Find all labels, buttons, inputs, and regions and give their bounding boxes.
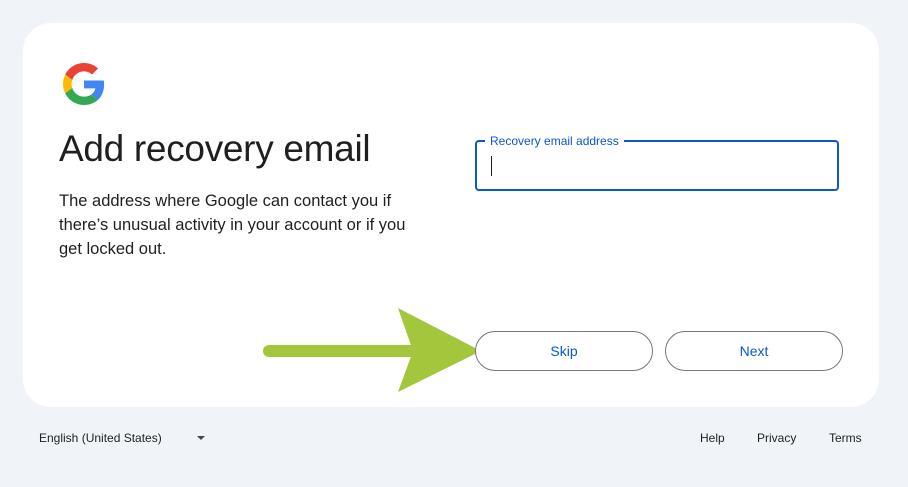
google-logo-icon [63, 63, 105, 105]
page-description: The address where Google can contact you… [59, 192, 406, 258]
skip-button[interactable]: Skip [475, 331, 653, 371]
footer: English (United States) Help Privacy Ter… [0, 425, 908, 453]
footer-link-help[interactable]: Help [700, 431, 725, 445]
language-selector[interactable]: English (United States) [39, 431, 162, 445]
footer-link-privacy[interactable]: Privacy [757, 431, 796, 445]
next-button[interactable]: Next [665, 331, 843, 371]
recovery-email-label: Recovery email address [485, 133, 624, 149]
recovery-email-input[interactable] [489, 150, 823, 182]
recovery-email-field[interactable]: Recovery email address [475, 133, 839, 191]
arrow-annotation-icon [263, 308, 481, 392]
page-title: Add recovery email [59, 128, 371, 169]
footer-link-terms[interactable]: Terms [829, 431, 862, 445]
signin-card: Add recovery email The address where Goo… [23, 23, 879, 407]
text-cursor [491, 156, 492, 176]
chevron-down-icon[interactable] [197, 436, 205, 440]
